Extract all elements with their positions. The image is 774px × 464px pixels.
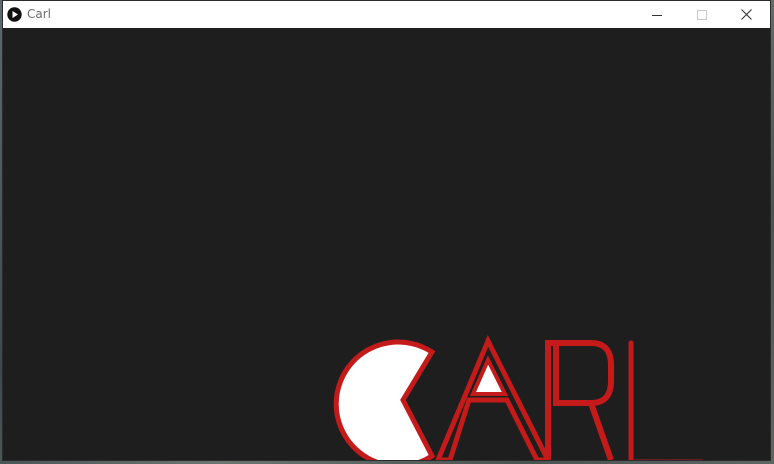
minimize-icon	[651, 14, 662, 16]
close-icon	[741, 9, 752, 20]
maximize-icon	[696, 9, 707, 20]
minimize-button[interactable]	[634, 1, 679, 28]
app-window: Carl	[3, 1, 770, 460]
title-bar[interactable]: Carl	[3, 1, 770, 28]
logo-letter-a	[435, 335, 551, 460]
window-title: Carl	[27, 7, 51, 21]
close-button[interactable]	[724, 1, 769, 28]
logo-letter-c	[333, 339, 436, 460]
processing-play-icon	[7, 7, 22, 22]
maximize-button[interactable]	[679, 1, 724, 28]
logo-letter-r	[545, 340, 614, 460]
logo-letter-l	[628, 340, 704, 460]
carl-logo	[333, 335, 704, 460]
sketch-canvas[interactable]	[3, 28, 770, 460]
